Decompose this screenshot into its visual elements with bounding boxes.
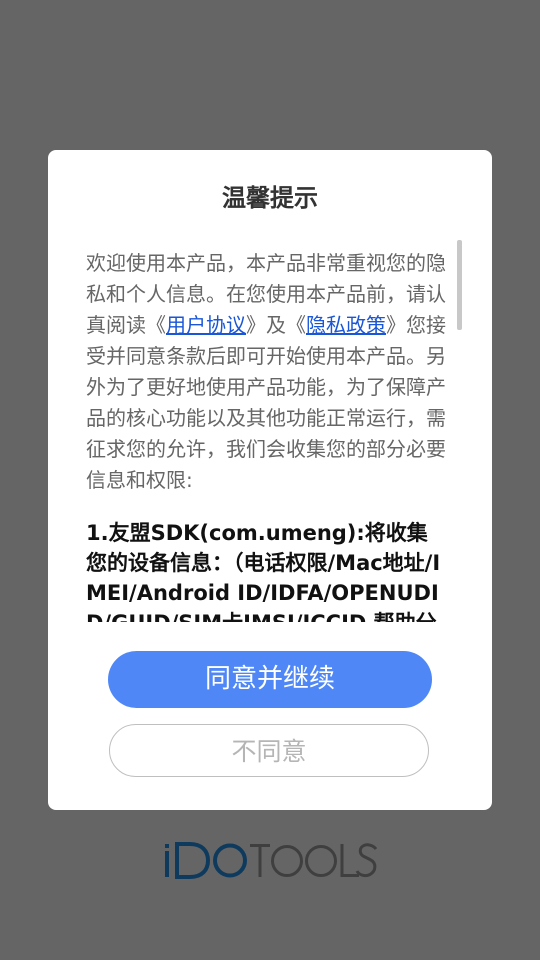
intro-text: 欢迎使用本产品，本产品非常重视您的隐私和个人信息。在您使用本产品前，请认真阅读《… — [86, 248, 448, 496]
decline-button[interactable]: 不同意 — [109, 724, 429, 777]
idotools-logo — [165, 842, 378, 879]
intro-part2: 》及《 — [246, 313, 306, 337]
agree-and-continue-button[interactable]: 同意并继续 — [108, 651, 432, 708]
scrollbar[interactable] — [457, 240, 462, 330]
dialog-content-scroll-area[interactable]: 欢迎使用本产品，本产品非常重视您的隐私和个人信息。在您使用本产品前，请认真阅读《… — [86, 248, 448, 622]
user-agreement-link[interactable]: 用户协议 — [166, 313, 246, 337]
logo-tools — [250, 843, 378, 878]
sdk-section-1: 1.友盟SDK(com.umeng):将收集您的设备信息：（电话权限/Mac地址… — [86, 521, 441, 622]
intro-part3: 》您接受并同意条款后即可开始使用本产品。另外为了更好地使用产品功能，为了保障产品… — [86, 313, 446, 492]
logo-ido — [165, 842, 247, 879]
dialog-title: 温馨提示 — [222, 184, 318, 212]
privacy-policy-link[interactable]: 隐私政策 — [306, 313, 386, 337]
